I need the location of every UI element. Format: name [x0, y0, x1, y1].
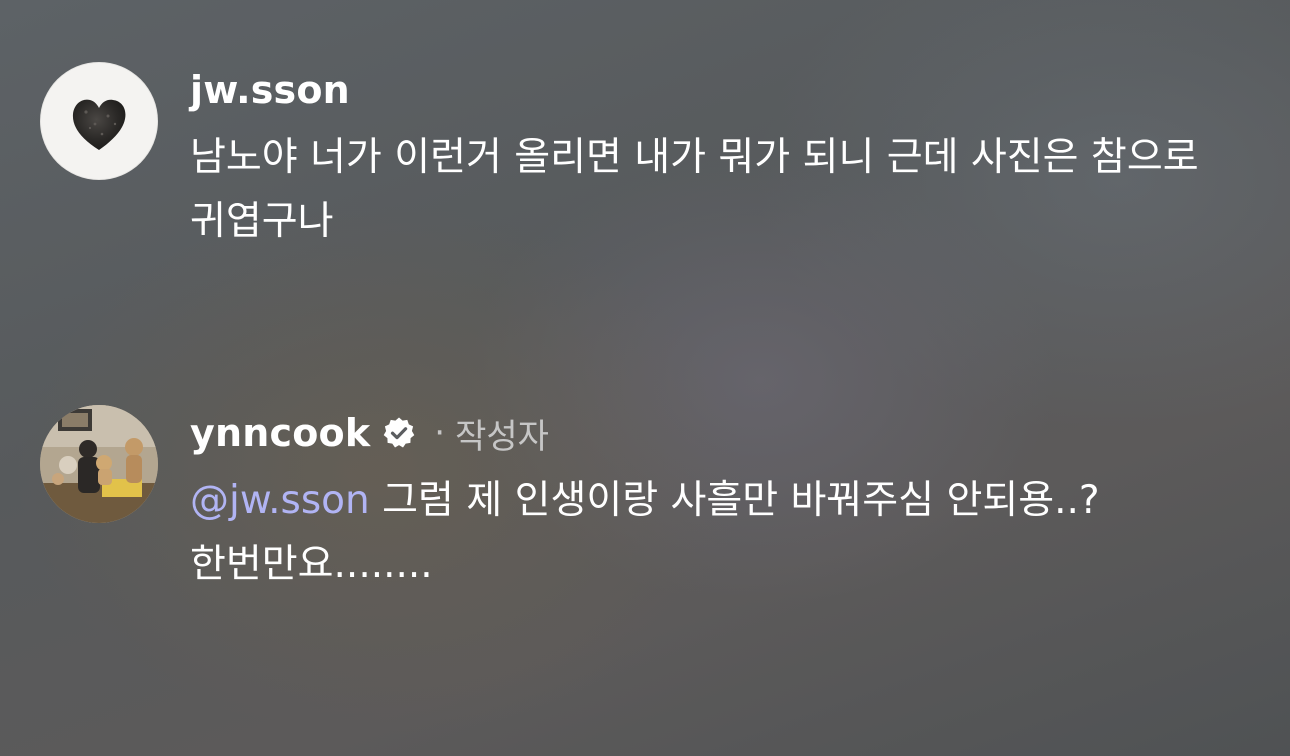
avatar[interactable] [40, 405, 158, 523]
comment-body: jw.sson 남노야 너가 이런거 올리면 내가 뭐가 되니 근데 사진은 참… [190, 62, 1250, 254]
author-label: 작성자 [455, 416, 549, 457]
comment-body: ynncook · 작성자 @jw.sson 그럼 제 인생이랑 사흘만 바꿔주… [190, 405, 1250, 597]
comment-text-content: 남노야 너가 이런거 올리면 내가 뭐가 되니 근데 사진은 참으로 귀엽구나 [190, 135, 1199, 244]
profile-photo [40, 405, 158, 523]
comment-header: ynncook · 작성자 [190, 405, 1250, 461]
heart-icon [72, 99, 126, 150]
verified-badge-icon [382, 416, 416, 450]
separator-dot: · [434, 413, 446, 453]
username[interactable]: ynncook [190, 411, 370, 455]
comment-header: jw.sson [190, 62, 1250, 118]
username[interactable]: jw.sson [190, 68, 350, 112]
comment-text: 남노야 너가 이런거 올리면 내가 뭐가 되니 근데 사진은 참으로 귀엽구나 [190, 126, 1260, 254]
comment-text: @jw.sson 그럼 제 인생이랑 사흘만 바꿔주심 안되용..? 한번만요.… [190, 469, 1260, 597]
avatar[interactable] [40, 62, 158, 180]
mention-link[interactable]: @jw.sson [190, 478, 370, 523]
